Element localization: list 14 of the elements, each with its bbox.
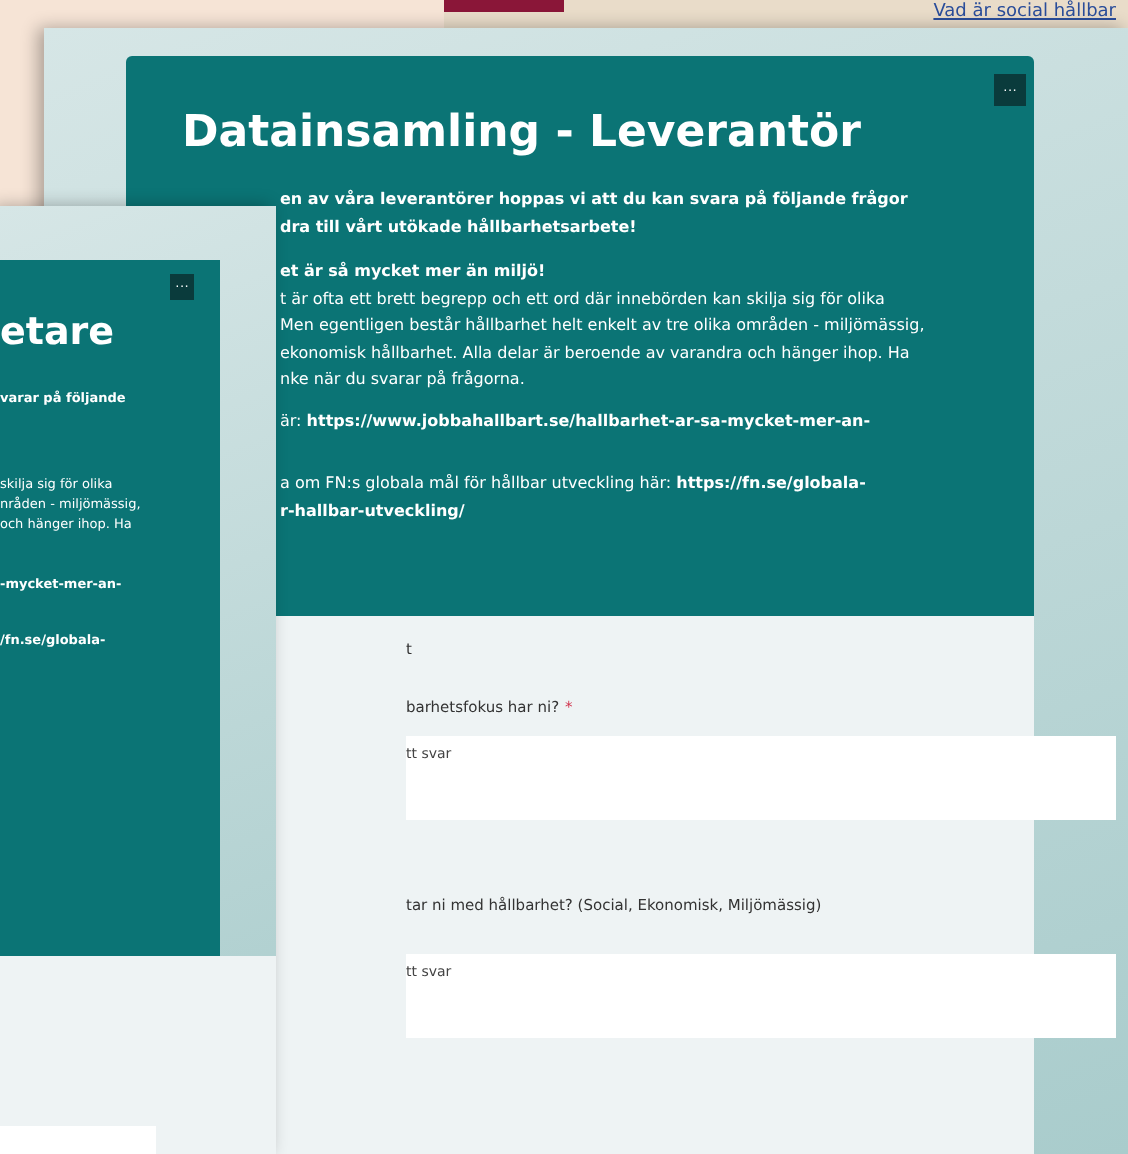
link-text: a om FN:s globala mål för hållbar utveckling här: https://fn.se/globala-	[280, 472, 868, 496]
form-title: etare	[0, 310, 117, 354]
paragraph-line: t är ofta ett brett begrepp och ett ord där innebörden kan skilja sig för olika	[280, 287, 887, 312]
intro-text: dra till vårt utökade hållbarhetsarbete!	[280, 215, 639, 239]
form-title: Datainsamling - Leverantör	[182, 108, 864, 158]
subheading: et är så mycket mer än miljö!	[280, 259, 548, 284]
paragraph-line: Men egentligen består hållbarhet helt enkelt av tre olika områden - miljömässig,	[280, 314, 927, 338]
link-text: r-hallbar-utveckling/	[280, 499, 467, 524]
link-text: är: https://www.jobbahallbart.se/hallbarhet-ar-sa-mycket-mer-an-	[280, 409, 873, 434]
paragraph-line: ekonomisk hållbarhet. Alla delar är beroende av varandra och hänger ihop. Ha	[280, 341, 912, 366]
page-link[interactable]: Vad är social hållbar	[933, 0, 1116, 26]
paragraph-line: nke när du svarar på frågorna.	[280, 368, 527, 392]
intro-text: en av våra leverantörer hoppas vi att du kan svara på följande frågor	[280, 187, 910, 212]
header-banner	[444, 0, 564, 12]
